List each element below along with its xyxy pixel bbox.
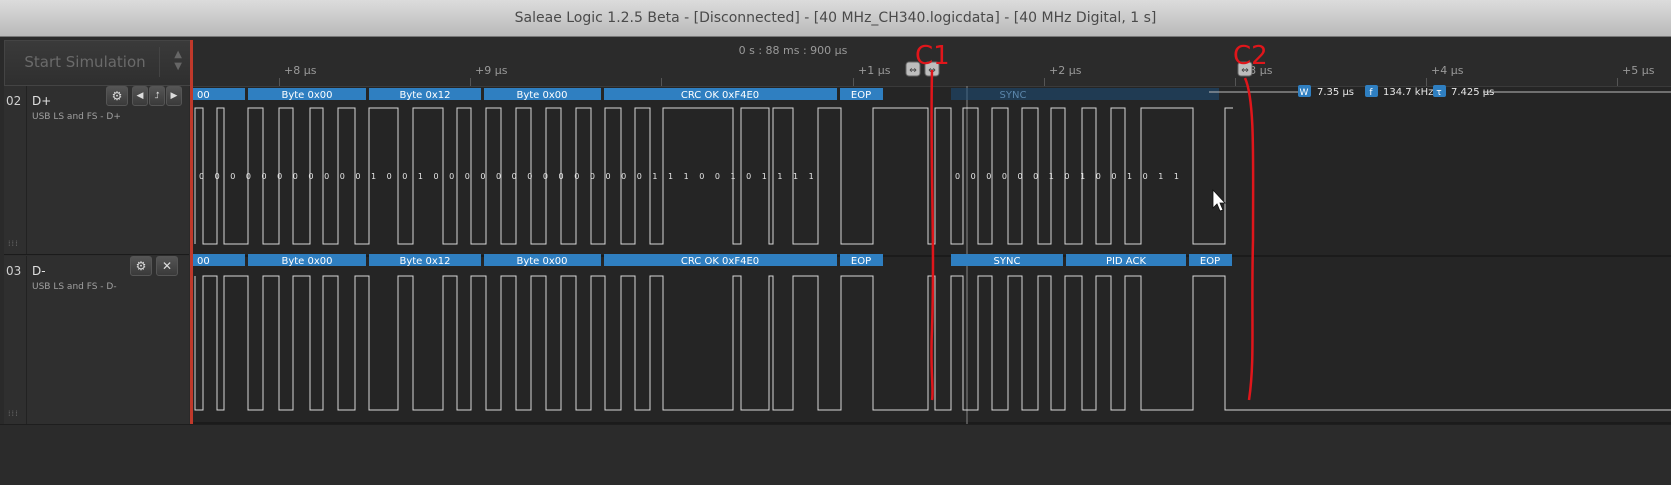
- channel-row-dminus: 03 D- USB LS and FS - D- ⚙ ✕ ⁞⁞⁞: [4, 256, 189, 425]
- frame-label: Byte 0x12: [399, 256, 450, 267]
- resize-grip-icon[interactable]: ⁞⁞⁞: [8, 239, 19, 248]
- channel-number-column: [4, 86, 27, 254]
- annotation-label-c2: C2: [1233, 41, 1268, 71]
- period-value: 7.425 µs: [1451, 87, 1494, 98]
- waveform-area[interactable]: 0 s : 88 ms : 900 µs +8 µs +9 µs +1 µs +…: [190, 40, 1671, 424]
- channel-name[interactable]: D-: [32, 264, 46, 278]
- frame-label: Byte 0x00: [516, 90, 567, 101]
- dminus-frame-bars: 00 Byte 0x00 Byte 0x12 Byte 0x00 CRC OK …: [193, 254, 1232, 267]
- frame-bar-faded[interactable]: [951, 88, 1219, 100]
- channel-number: 02: [6, 94, 22, 108]
- frame-label: 00: [197, 90, 210, 101]
- simulation-options-icon[interactable]: ▲ ▼: [174, 49, 182, 73]
- channel-description: USB LS and FS - D+: [32, 112, 121, 122]
- frame-label: SYNC: [1000, 90, 1027, 101]
- frame-label: EOP: [851, 90, 871, 101]
- window-title-bar: Saleae Logic 1.2.5 Beta - [Disconnected]…: [0, 0, 1671, 37]
- dplus-bit-labels-2: 0 0 0 0 0 0 1 0 1 0 0 1 0 1 1: [955, 172, 1183, 181]
- channel-number-column: [4, 256, 27, 424]
- frame-label: CRC OK 0xF4E0: [681, 90, 759, 101]
- channel-name[interactable]: D+: [32, 94, 51, 108]
- frame-label: EOP: [851, 256, 871, 267]
- frame-label: EOP: [1200, 256, 1220, 267]
- frame-label: PID ACK: [1106, 256, 1147, 267]
- frame-label: Byte 0x00: [516, 256, 567, 267]
- width-value: 7.35 µs: [1317, 87, 1354, 98]
- channel-list: 02 D+ USB LS and FS - D+ ⚙ ◀ ⮥ ▶ ⁞⁞⁞ 03 …: [4, 86, 189, 425]
- channel-number: 03: [6, 264, 22, 278]
- annotation-label-c1: C1: [915, 41, 950, 71]
- channel-settings-gear-icon[interactable]: ⚙: [130, 256, 152, 276]
- resize-grip-icon[interactable]: ⁞⁞⁞: [8, 409, 19, 418]
- dplus-frame-bars: 00 Byte 0x00 Byte 0x12 Byte 0x00 CRC OK …: [193, 88, 1219, 101]
- next-edge-icon[interactable]: ▶: [166, 86, 182, 106]
- dplus-bit-labels: 0 0 0 0 0 0 0 0 0 0 0 1 0 0 1 0 0 0 0 0 …: [199, 172, 818, 181]
- width-badge: W: [1300, 88, 1309, 98]
- simulation-panel: Start Simulation ▲ ▼: [4, 40, 191, 86]
- frame-label: Byte 0x00: [281, 90, 332, 101]
- channel-description: USB LS and FS - D-: [32, 282, 117, 292]
- frame-label: Byte 0x12: [399, 90, 450, 101]
- channel-close-icon[interactable]: ✕: [156, 256, 178, 276]
- frame-label: 00: [197, 256, 210, 267]
- waveform-canvas[interactable]: 00 Byte 0x00 Byte 0x12 Byte 0x00 CRC OK …: [193, 40, 1671, 424]
- edge-trigger-icon[interactable]: ⮥: [149, 86, 165, 106]
- channel-settings-gear-icon[interactable]: ⚙: [106, 86, 128, 106]
- channel-row-dplus: 02 D+ USB LS and FS - D+ ⚙ ◀ ⮥ ▶ ⁞⁞⁞: [4, 86, 189, 255]
- period-badge: τ: [1436, 88, 1441, 98]
- prev-edge-icon[interactable]: ◀: [132, 86, 148, 106]
- window-title: Saleae Logic 1.2.5 Beta - [Disconnected]…: [514, 10, 1157, 26]
- frame-label: SYNC: [994, 256, 1021, 267]
- annotation-line-c2: [1243, 77, 1255, 401]
- annotation-line-c1: [930, 69, 935, 401]
- frame-label: Byte 0x00: [281, 256, 332, 267]
- start-simulation-button[interactable]: Start Simulation: [11, 47, 160, 77]
- mouse-pointer-icon: [1212, 188, 1226, 212]
- measurement-readout: W 7.35 µs f 134.7 kHz τ 7.425 µs: [1209, 85, 1671, 98]
- frequency-value: 134.7 kHz: [1383, 87, 1433, 98]
- frame-label: CRC OK 0xF4E0: [681, 256, 759, 267]
- bottom-panel: [0, 424, 1671, 485]
